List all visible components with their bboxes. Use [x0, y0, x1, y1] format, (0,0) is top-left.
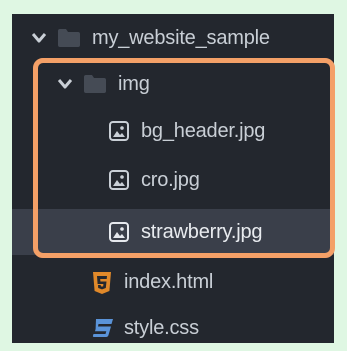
tree-item-label: my_website_sample [92, 26, 270, 49]
image-file-icon [109, 222, 129, 242]
tree-item-label: bg_header.jpg [141, 119, 266, 142]
tree-item-label: cro.jpg [141, 168, 200, 191]
tree-item-label: strawberry.jpg [141, 220, 263, 243]
chevron-down-icon[interactable] [32, 31, 46, 45]
chevron-down-icon[interactable] [58, 77, 72, 91]
image-file-icon [109, 170, 129, 190]
css3-icon [92, 318, 113, 338]
html5-icon [92, 272, 112, 294]
tree-item-strawberry[interactable]: strawberry.jpg [12, 209, 334, 255]
tree-item-img[interactable]: img [12, 61, 334, 107]
tree-item-my-website-sample[interactable]: my_website_sample [12, 15, 334, 61]
tree-item-label: img [118, 72, 150, 95]
tree-item-cro[interactable]: cro.jpg [12, 157, 334, 203]
image-file-icon [109, 121, 129, 141]
tree-item-style-css[interactable]: style.css [12, 305, 334, 351]
tree-item-bg-header[interactable]: bg_header.jpg [12, 108, 334, 154]
tree-item-label: style.css [124, 316, 199, 339]
file-tree-panel: my_website_sample img bg_header.jpg cro.… [12, 14, 334, 343]
tree-item-label: index.html [124, 270, 214, 293]
folder-icon [58, 29, 80, 47]
folder-icon [84, 75, 106, 93]
tree-item-index-html[interactable]: index.html [12, 259, 334, 305]
